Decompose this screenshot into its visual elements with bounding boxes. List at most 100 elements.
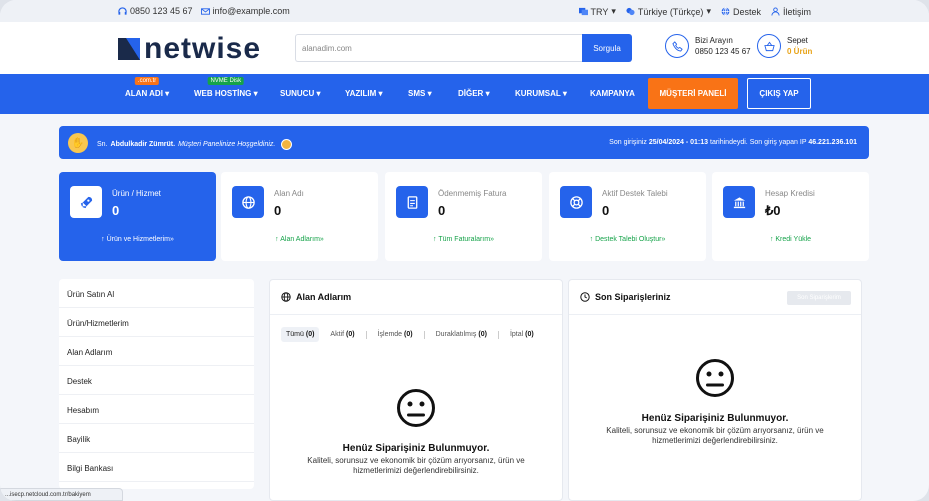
neutral-face-icon xyxy=(696,359,734,397)
welcome-message: Müşteri Panelinize Hoşgeldiniz. xyxy=(178,141,276,148)
nav-item-alan-adi[interactable]: .com.tr ALAN ADI ▾ xyxy=(125,77,169,98)
tab-cancelled[interactable]: İptal (0) xyxy=(505,327,539,342)
invoice-icon xyxy=(396,186,428,218)
panel-title: Son Siparişleriniz xyxy=(580,292,671,302)
card-support[interactable]: Aktif Destek Talebi 0 ↑ Destek Talebi Ol… xyxy=(549,172,706,261)
browser-status-url: ...isecp.netcloud.com.tr/bakiyem xyxy=(0,488,123,501)
card-label: Aktif Destek Talebi xyxy=(602,189,668,198)
tab-paused[interactable]: Duraklatılmış (0) xyxy=(431,327,492,342)
tab-all[interactable]: Tümü (0) xyxy=(281,327,320,342)
card-value: 0 xyxy=(274,203,282,218)
bank-icon xyxy=(723,186,755,218)
tab-count: (0) xyxy=(346,331,355,338)
card-credit[interactable]: Hesap Kredisi ₺0 ↑ Kredi Yükle xyxy=(712,172,869,261)
sidebar-item-services[interactable]: Ürün/Hizmetlerim xyxy=(59,308,254,337)
tab-divider xyxy=(365,330,367,339)
card-label: Alan Adı xyxy=(274,189,304,198)
card-link-label: Kredi Yükle xyxy=(775,236,812,243)
nav-label: KURUMSAL xyxy=(515,89,561,98)
call-us[interactable]: Bizi Arayın 0850 123 45 67 xyxy=(665,34,751,58)
tab-divider xyxy=(423,330,425,339)
card-products[interactable]: Ürün / Hizmet 0 ↑ Ürün ve Hizmetlerim» xyxy=(59,172,216,261)
cart-count: 0 Ürün xyxy=(787,47,813,56)
cart[interactable]: Sepet 0 Ürün xyxy=(757,34,812,58)
email-text: info@example.com xyxy=(212,6,290,16)
sidebar-item-support[interactable]: Destek xyxy=(59,366,254,395)
sidebar-item-knowledgebase[interactable]: Bilgi Bankası xyxy=(59,453,254,482)
card-link[interactable]: ↑ Alan Adlarım» xyxy=(221,236,378,243)
card-domains[interactable]: Alan Adı 0 ↑ Alan Adlarım» xyxy=(221,172,378,261)
main-nav: .com.tr ALAN ADI ▾ NVME Disk WEB HOSTİNG… xyxy=(0,74,929,114)
sidebar-item-account[interactable]: Hesabım xyxy=(59,395,254,424)
empty-text: Kaliteli, sorunsuz ve ekonomik bir çözüm… xyxy=(307,456,525,465)
nav-label: SMS xyxy=(408,89,426,98)
nav-item-kampanya[interactable]: KAMPANYA xyxy=(590,89,635,98)
globe-icon xyxy=(281,292,291,302)
nav-item-yazilim[interactable]: YAZILIM ▾ xyxy=(345,89,383,98)
contact-label: İletişim xyxy=(782,6,811,17)
nav-item-sunucu[interactable]: SUNUCU ▾ xyxy=(280,89,320,98)
last-login-prefix: Son girişiniz xyxy=(609,139,647,146)
contact-link[interactable]: İletişim xyxy=(771,7,811,17)
card-link-label: Destek Talebi Oluştur» xyxy=(595,236,666,243)
sidebar-item-reseller[interactable]: Bayilik xyxy=(59,424,254,453)
support-link[interactable]: Destek xyxy=(721,7,761,17)
chevron-down-icon: ▾ xyxy=(706,6,711,16)
call-title: Bizi Arayın xyxy=(695,36,733,45)
email-link[interactable]: info@example.com xyxy=(200,6,290,16)
last-login-date: 25/04/2024 - 01:13 xyxy=(648,139,709,146)
search-button[interactable]: Sorgula xyxy=(582,34,632,62)
card-link[interactable]: ↑ Tüm Faturalarım» xyxy=(385,236,542,243)
domain-search-input[interactable]: alanadim.com xyxy=(295,34,582,62)
welcome-name: Abdulkadir Zümrüt. xyxy=(110,141,176,148)
domains-panel: Alan Adlarım Tümü (0) Aktif (0) İşlemde … xyxy=(269,279,563,501)
cart-title: Sepet xyxy=(787,36,808,45)
logo[interactable]: netwise xyxy=(118,32,261,66)
empty-text: Kaliteli, sorunsuz ve ekonomik bir çözüm… xyxy=(606,426,824,435)
nav-item-sms[interactable]: SMS ▾ xyxy=(408,89,432,98)
empty-state: Henüz Siparişiniz Bulunmuyor. Kaliteli, … xyxy=(569,358,861,446)
customer-panel-button[interactable]: MÜŞTERİ PANELİ xyxy=(648,78,738,109)
recent-orders-button[interactable]: Son Siparişlerim xyxy=(787,291,851,305)
tab-label: İptal xyxy=(509,331,524,338)
card-label: Ödenmemiş Fatura xyxy=(438,189,507,198)
logo-mark-icon xyxy=(118,38,140,60)
card-link[interactable]: ↑ Kredi Yükle xyxy=(712,236,869,243)
tab-count: (0) xyxy=(525,331,534,338)
tab-active[interactable]: Aktif (0) xyxy=(325,327,359,342)
nav-item-web-hosting[interactable]: NVME Disk WEB HOSTİNG ▾ xyxy=(194,77,258,98)
currency-icon xyxy=(578,7,588,16)
headset-icon xyxy=(118,6,127,15)
globe-icon xyxy=(232,186,264,218)
phone-link[interactable]: 0850 123 45 67 xyxy=(118,6,193,16)
panel-title-text: Alan Adlarım xyxy=(296,292,352,302)
empty-text: hizmetlerimizi değerlendirebilirsiniz. xyxy=(353,466,479,475)
sidebar-item-buy[interactable]: Ürün Satın Al xyxy=(59,279,254,308)
browser-frame: 0850 123 45 67 info@example.com TRY ▾ Tü… xyxy=(0,0,929,501)
sidebar-menu: Ürün Satın Al Ürün/Hizmetlerim Alan Adla… xyxy=(59,279,254,489)
language-select[interactable]: Türkiye (Türkçe) ▾ xyxy=(626,6,711,17)
welcome-bar: ✋ Sn. Abdulkadir Zümrüt. Müşteri Panelin… xyxy=(59,126,869,159)
nav-label: SUNUCU xyxy=(280,89,315,98)
last-login-suffix: tarihindeydi. Son giriş yapan IP xyxy=(710,139,807,146)
arrow-up-icon: ↑ xyxy=(589,236,594,243)
arrow-up-icon: ↑ xyxy=(433,236,437,243)
nav-label: ALAN ADI xyxy=(125,89,163,98)
card-link[interactable]: ↑ Ürün ve Hizmetlerim» xyxy=(59,236,216,243)
logout-button[interactable]: ÇIKIŞ YAP xyxy=(747,78,811,109)
arrow-up-icon: ↑ xyxy=(275,236,279,243)
card-label: Ürün / Hizmet xyxy=(112,189,161,198)
phone-text: 0850 123 45 67 xyxy=(130,6,193,16)
card-invoices[interactable]: Ödenmemiş Fatura 0 ↑ Tüm Faturalarım» xyxy=(385,172,542,261)
card-value: 0 xyxy=(112,203,120,218)
sidebar-item-domains[interactable]: Alan Adlarım xyxy=(59,337,254,366)
medal-icon xyxy=(281,139,293,150)
arrow-up-icon: ↑ xyxy=(101,236,105,243)
card-link[interactable]: ↑ Destek Talebi Oluştur» xyxy=(549,236,706,243)
tab-processing[interactable]: İşlemde (0) xyxy=(373,327,418,342)
nav-item-diger[interactable]: DİĞER ▾ xyxy=(458,89,490,98)
nav-item-kurumsal[interactable]: KURUMSAL ▾ xyxy=(515,89,567,98)
currency-select[interactable]: TRY ▾ xyxy=(578,6,616,17)
globe-icon xyxy=(721,7,730,16)
basket-icon xyxy=(757,34,781,58)
